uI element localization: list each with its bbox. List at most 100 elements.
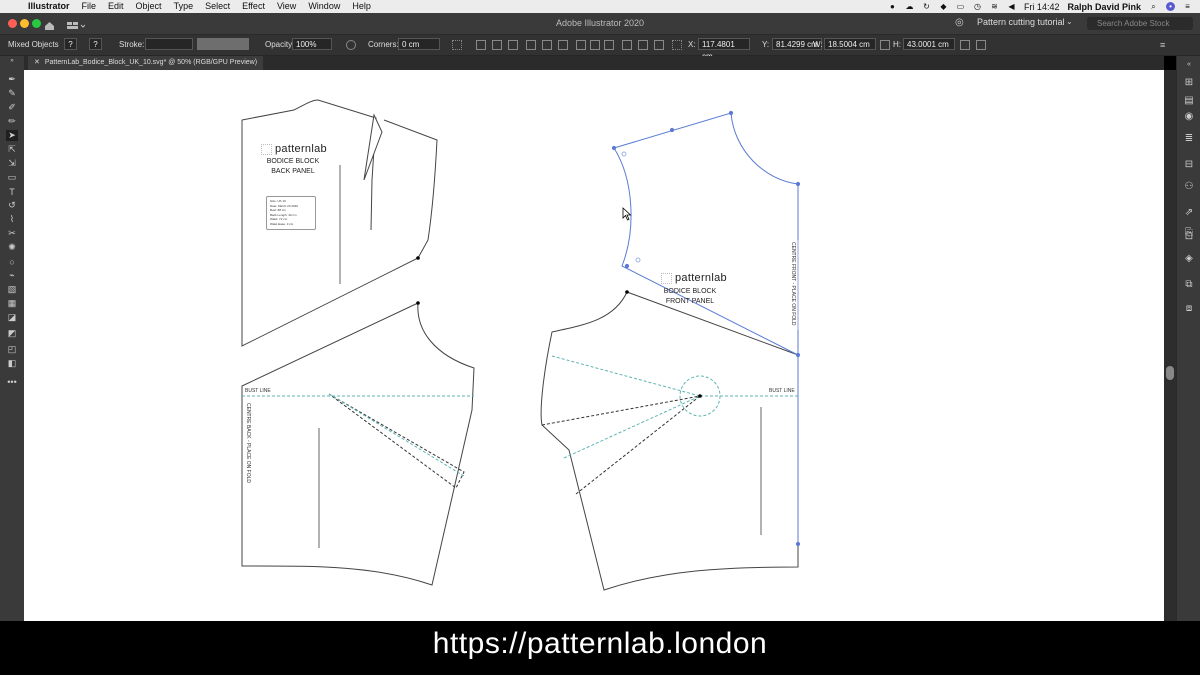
distribute-right-icon[interactable] — [654, 40, 664, 50]
export-panel-icon[interactable]: ⇗ — [1183, 206, 1195, 218]
screen-mirror-icon[interactable]: ▭ — [956, 2, 965, 11]
height-input[interactable]: 43.0001 cm — [903, 38, 955, 50]
swatches-panel-icon[interactable]: ◉ — [1183, 110, 1195, 122]
align-panel-icon[interactable]: ⊟ — [1183, 158, 1195, 170]
vertical-scrollbar[interactable] — [1164, 70, 1176, 621]
workspace-switcher[interactable]: Pattern cutting tutorial — [977, 17, 1065, 27]
back-bodice-piece[interactable] — [241, 302, 475, 586]
eyedropper-tool-icon[interactable]: ⌇ — [6, 214, 18, 225]
menu-effect[interactable]: Effect — [236, 0, 271, 13]
more-tools-icon[interactable]: ••• — [6, 376, 18, 387]
anchor-point[interactable] — [416, 256, 420, 260]
bust-point[interactable] — [698, 394, 702, 398]
zoom-window-button[interactable] — [32, 19, 41, 28]
artboard-canvas[interactable]: patternlab BODICE BLOCK BACK PANEL Size:… — [24, 70, 1164, 621]
menu-object[interactable]: Object — [130, 0, 168, 13]
x-position-input[interactable]: 117.4801 cm — [698, 38, 750, 61]
pathfinder-panel-icon[interactable]: ⧈ — [1183, 302, 1195, 314]
align-left-icon[interactable] — [476, 40, 486, 50]
symbol-sprayer-tool-icon[interactable]: ✺ — [6, 242, 18, 253]
record-icon[interactable]: ● — [888, 2, 897, 11]
default-fill-stroke-icon[interactable]: ◰ — [6, 344, 18, 355]
isolate-icon[interactable] — [976, 40, 986, 50]
anchor-point[interactable] — [625, 290, 629, 294]
scissors-tool-icon[interactable]: ✂ — [6, 228, 18, 239]
corners-input[interactable]: 0 cm — [398, 38, 440, 50]
constrain-proportions-icon[interactable] — [880, 40, 890, 50]
add-anchor-tool-icon[interactable]: ✐ — [6, 102, 18, 113]
group-selection-tool-icon[interactable]: ⇲ — [6, 158, 18, 169]
stock-search-input[interactable]: Search Adobe Stock — [1087, 17, 1193, 30]
opacity-input[interactable]: 100% — [292, 38, 332, 50]
rotate-tool-icon[interactable]: ↺ — [6, 200, 18, 211]
spotlight-icon[interactable]: ⌕ — [1149, 2, 1158, 11]
align-horizontal-center-icon[interactable] — [492, 40, 502, 50]
menu-help[interactable]: Help — [346, 0, 377, 13]
stroke-swatch[interactable]: ? — [89, 38, 102, 50]
close-window-button[interactable] — [8, 19, 17, 28]
volume-icon[interactable]: ◀ — [1007, 2, 1016, 11]
eraser-tool-icon[interactable]: ◪ — [6, 312, 18, 323]
artboards-panel-icon[interactable]: ⧉ — [1183, 278, 1195, 290]
align-bottom-icon[interactable] — [558, 40, 568, 50]
scroll-thumb[interactable] — [1166, 366, 1174, 380]
fill-swatch[interactable]: ? — [64, 38, 77, 50]
cloud-icon[interactable]: ☁ — [905, 2, 914, 11]
align-to-selection-icon[interactable] — [452, 40, 462, 50]
anchor-point[interactable] — [416, 301, 420, 305]
transform-panel-dock-icon[interactable]: ⊡ — [1183, 230, 1195, 242]
align-vertical-center-icon[interactable] — [542, 40, 552, 50]
collapse-tools-icon[interactable]: » — [6, 58, 18, 64]
transform-panel-icon[interactable] — [960, 40, 970, 50]
recolor-artwork-icon[interactable] — [346, 40, 356, 50]
selection-tool-icon[interactable]: ➤ — [6, 130, 18, 141]
appearance-panel-icon[interactable]: ⚇ — [1183, 180, 1195, 192]
distribute-left-icon[interactable] — [622, 40, 632, 50]
type-tool-icon[interactable]: T — [6, 186, 18, 197]
close-tab-icon[interactable]: ✕ — [34, 59, 40, 66]
ellipse-tool-icon[interactable]: ○ — [6, 256, 18, 267]
libraries-panel-icon[interactable]: ▤ — [1183, 94, 1195, 106]
sync-icon[interactable]: ↻ — [922, 2, 931, 11]
chevron-down-icon[interactable]: ⌄ — [1066, 17, 1073, 26]
lightbulb-icon[interactable]: ◎ — [955, 17, 964, 28]
align-right-icon[interactable] — [508, 40, 518, 50]
width-input[interactable]: 18.5004 cm — [824, 38, 876, 50]
color-mode-icon[interactable]: ◧ — [6, 358, 18, 369]
menu-type[interactable]: Type — [168, 0, 200, 13]
notification-center-icon[interactable]: ≡ — [1183, 2, 1192, 11]
fill-stroke-swap-icon[interactable]: ◩ — [6, 328, 18, 339]
menu-file[interactable]: File — [76, 0, 103, 13]
menubar-user[interactable]: Ralph David Pink — [1067, 2, 1141, 12]
front-yoke-piece-selected[interactable] — [611, 110, 801, 547]
distribute-top-icon[interactable] — [576, 40, 586, 50]
eyedropper-alt-icon[interactable]: ⌁ — [6, 270, 18, 281]
menu-view[interactable]: View — [271, 0, 302, 13]
arrange-documents-icon[interactable] — [67, 18, 86, 29]
menubar-clock[interactable]: Fri 14:42 — [1024, 2, 1060, 12]
front-bodice-piece[interactable] — [540, 291, 799, 591]
wifi-icon[interactable]: ≋ — [990, 2, 999, 11]
layers-panel-icon[interactable]: ◈ — [1183, 252, 1195, 264]
mesh-tool-icon[interactable]: ▦ — [6, 298, 18, 309]
distribute-horizontal-center-icon[interactable] — [638, 40, 648, 50]
distribute-bottom-icon[interactable] — [604, 40, 614, 50]
stroke-weight-input[interactable] — [145, 38, 193, 50]
direct-selection-tool-icon[interactable]: ⇱ — [6, 144, 18, 155]
gradient-tool-icon[interactable]: ▧ — [6, 284, 18, 295]
pen-tool-icon[interactable]: ✒ — [6, 74, 18, 85]
home-icon[interactable] — [44, 18, 55, 30]
timemachine-icon[interactable]: ◷ — [973, 2, 982, 11]
menu-app-name[interactable]: Illustrator — [22, 0, 76, 13]
menu-select[interactable]: Select — [199, 0, 236, 13]
align-top-icon[interactable] — [526, 40, 536, 50]
rectangle-tool-icon[interactable]: ▭ — [6, 172, 18, 183]
reference-point-icon[interactable] — [672, 40, 682, 50]
curvature-tool-icon[interactable]: ✎ — [6, 88, 18, 99]
minimize-window-button[interactable] — [20, 19, 29, 28]
stroke-panel-icon[interactable]: ≣ — [1183, 132, 1195, 144]
siri-icon[interactable]: • — [1166, 2, 1175, 11]
menu-window[interactable]: Window — [302, 0, 346, 13]
properties-panel-icon[interactable]: ⊞ — [1183, 76, 1195, 88]
variable-width-profile[interactable] — [197, 38, 249, 50]
